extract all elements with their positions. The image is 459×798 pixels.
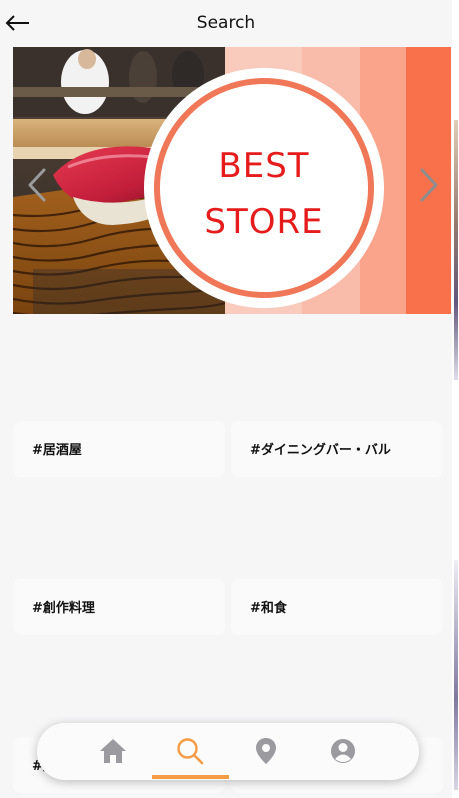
app-screen: Search BEST STORE #居酒屋 #ダイニングバー・バル #創作料理… <box>0 0 452 798</box>
header-bar: Search <box>0 0 452 47</box>
user-icon[interactable] <box>327 735 359 767</box>
best-store-badge: BEST STORE <box>144 68 384 308</box>
search-icon[interactable] <box>174 735 206 767</box>
badge-ring <box>154 78 374 298</box>
window-edge <box>452 0 459 798</box>
badge-text-best: BEST <box>218 146 310 186</box>
badge-text-store: STORE <box>204 202 324 242</box>
tag-dining-bar[interactable]: #ダイニングバー・バル <box>231 421 443 477</box>
tag-creative-cuisine[interactable]: #創作料理 <box>13 579 225 635</box>
bottom-nav <box>37 723 419 780</box>
tag-izakaya[interactable]: #居酒屋 <box>13 421 225 477</box>
active-tab-indicator <box>152 775 229 779</box>
carousel-next-icon[interactable] <box>418 167 440 203</box>
carousel-prev-icon[interactable] <box>26 167 48 203</box>
page-title: Search <box>196 13 256 33</box>
best-store-banner[interactable]: BEST STORE <box>13 47 451 314</box>
location-pin-icon[interactable] <box>250 735 282 767</box>
tag-washoku[interactable]: #和食 <box>231 579 443 635</box>
home-icon[interactable] <box>97 735 129 767</box>
